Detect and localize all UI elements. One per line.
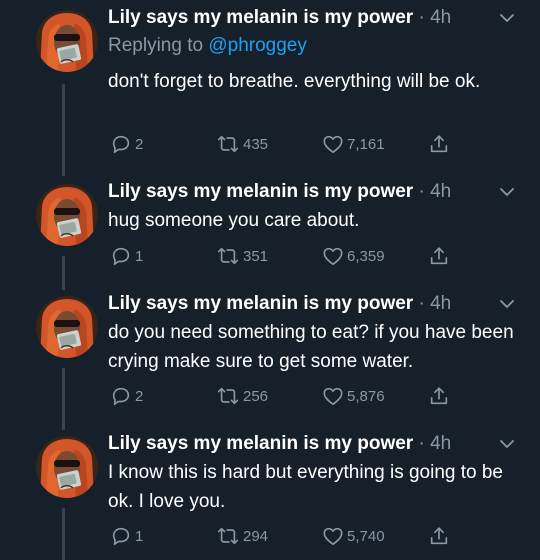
retweet-icon — [216, 385, 240, 407]
retweet-icon — [216, 133, 240, 155]
tweet-actions: 2 256 5,876 — [108, 384, 468, 408]
retweet-count: 351 — [243, 247, 269, 265]
reply-icon — [110, 385, 132, 407]
like-count: 7,161 — [347, 135, 385, 153]
share-icon — [428, 133, 450, 155]
reply-button[interactable]: 1 — [110, 244, 143, 268]
tweet-text: I know this is hard but everything is go… — [108, 462, 504, 512]
tweet-text: hug someone you care about. — [108, 210, 360, 231]
like-button[interactable]: 5,876 — [322, 384, 385, 408]
separator-dot: · — [418, 293, 425, 314]
avatar[interactable] — [36, 184, 98, 246]
reply-button[interactable]: 2 — [110, 384, 143, 408]
reply-count: 2 — [135, 135, 144, 153]
tweet-header: Lily says my melanin is my power · 4h — [108, 292, 451, 316]
reply-icon — [110, 525, 132, 547]
reply-button[interactable]: 1 — [110, 524, 143, 548]
replying-to-label: Replying to — [108, 35, 204, 56]
display-name[interactable]: Lily says my melanin is my power — [108, 433, 413, 454]
replying-to-handle[interactable]: @phroggey — [208, 35, 307, 56]
display-name[interactable]: Lily says my melanin is my power — [108, 293, 413, 314]
chevron-down-icon[interactable] — [498, 11, 516, 25]
retweet-icon — [216, 525, 240, 547]
reply-count: 1 — [135, 527, 144, 545]
like-button[interactable]: 7,161 — [322, 132, 385, 156]
share-button[interactable] — [428, 384, 453, 408]
share-button[interactable] — [428, 132, 453, 156]
retweet-button[interactable]: 256 — [216, 384, 268, 408]
reply-count: 1 — [135, 247, 144, 265]
like-count: 5,740 — [347, 527, 385, 545]
heart-icon — [322, 245, 344, 267]
like-count: 6,359 — [347, 247, 385, 265]
avatar[interactable] — [36, 10, 98, 72]
chevron-down-icon[interactable] — [498, 297, 516, 311]
heart-icon — [322, 525, 344, 547]
tweet-header: Lily says my melanin is my power · 4h — [108, 180, 451, 204]
share-icon — [428, 525, 450, 547]
timestamp[interactable]: 4h — [430, 433, 451, 454]
heart-icon — [322, 385, 344, 407]
tweet[interactable]: Lily says my melanin is my power · 4h Re… — [0, 0, 540, 170]
heart-icon — [322, 133, 344, 155]
reply-button[interactable]: 2 — [110, 132, 143, 156]
retweet-button[interactable]: 294 — [216, 524, 268, 548]
replying-to: Replying to @phroggey — [108, 34, 307, 58]
retweet-icon — [216, 245, 240, 267]
display-name[interactable]: Lily says my melanin is my power — [108, 181, 413, 202]
tweet-actions: 2 435 7,161 — [108, 132, 468, 156]
tweet-text: don't forget to breathe. everything will… — [108, 71, 481, 92]
retweet-count: 256 — [243, 387, 269, 405]
display-name[interactable]: Lily says my melanin is my power — [108, 7, 413, 28]
tweet-actions: 1 294 5,740 — [108, 524, 468, 548]
share-button[interactable] — [428, 244, 453, 268]
retweet-button[interactable]: 435 — [216, 132, 268, 156]
tweet-header: Lily says my melanin is my power · 4h — [108, 6, 451, 30]
tweet[interactable]: Lily says my melanin is my power · 4h do… — [0, 288, 540, 428]
like-button[interactable]: 5,740 — [322, 524, 385, 548]
tweet[interactable]: Lily says my melanin is my power · 4h hu… — [0, 176, 540, 286]
tweet-header: Lily says my melanin is my power · 4h — [108, 432, 451, 456]
timestamp[interactable]: 4h — [430, 7, 451, 28]
avatar[interactable] — [36, 296, 98, 358]
reply-icon — [110, 133, 132, 155]
tweet-text: do you need something to eat? if you hav… — [108, 322, 514, 372]
share-button[interactable] — [428, 524, 453, 548]
share-icon — [428, 245, 450, 267]
separator-dot: · — [418, 181, 425, 202]
retweet-count: 435 — [243, 135, 269, 153]
retweet-button[interactable]: 351 — [216, 244, 268, 268]
like-button[interactable]: 6,359 — [322, 244, 385, 268]
separator-dot: · — [418, 7, 425, 28]
avatar[interactable] — [36, 436, 98, 498]
timestamp[interactable]: 4h — [430, 293, 451, 314]
retweet-count: 294 — [243, 527, 269, 545]
reply-icon — [110, 245, 132, 267]
chevron-down-icon[interactable] — [498, 437, 516, 451]
like-count: 5,876 — [347, 387, 385, 405]
timestamp[interactable]: 4h — [430, 181, 451, 202]
share-icon — [428, 385, 450, 407]
reply-count: 2 — [135, 387, 144, 405]
chevron-down-icon[interactable] — [498, 185, 516, 199]
tweet-actions: 1 351 6,359 — [108, 244, 468, 268]
tweet[interactable]: Lily says my melanin is my power · 4h I … — [0, 428, 540, 560]
separator-dot: · — [418, 433, 425, 454]
